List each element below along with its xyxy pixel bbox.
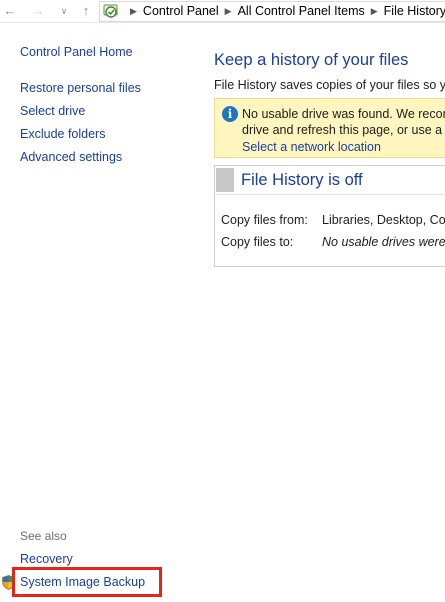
recovery-link[interactable]: Recovery [20, 552, 73, 566]
breadcrumb[interactable]: ▶ Control Panel ▶ All Control Panel Items ▶ F… [99, 1, 445, 22]
divider [215, 194, 445, 195]
select-network-location-link[interactable]: Select a network location [242, 140, 381, 154]
up-arrow-icon[interactable]: ↑ [78, 3, 94, 19]
status-indicator [216, 168, 234, 192]
highlight-box [12, 567, 162, 597]
status-panel: File History is off Copy files from: Lib… [214, 165, 445, 267]
breadcrumb-separator-icon[interactable]: ▶ [365, 6, 384, 16]
breadcrumb-item[interactable]: All Control Panel Items [238, 4, 365, 18]
status-header: File History is off [215, 166, 445, 194]
recent-locations-chevron-icon[interactable]: ∨ [56, 3, 72, 19]
status-title: File History is off [241, 171, 363, 189]
back-arrow-icon[interactable]: ← [2, 3, 18, 19]
control-panel-home-link[interactable]: Control Panel Home [20, 45, 133, 59]
warning-text: No usable drive was found. We recomm [242, 107, 445, 121]
exclude-folders-link[interactable]: Exclude folders [20, 127, 105, 141]
forward-arrow-icon[interactable]: → [30, 3, 46, 19]
copy-to-label: Copy files to: [221, 235, 294, 249]
breadcrumb-item[interactable]: Control Panel [143, 4, 219, 18]
restore-personal-files-link[interactable]: Restore personal files [20, 81, 141, 95]
copy-to-value: No usable drives were fo [322, 235, 445, 249]
breadcrumb-item[interactable]: File History [384, 4, 445, 18]
info-icon: i [222, 106, 238, 122]
see-also-heading: See also [20, 529, 67, 543]
page-description: File History saves copies of your files … [214, 78, 445, 92]
breadcrumb-separator-icon: ▶ [130, 6, 137, 17]
warning-banner: i No usable drive was found. We recomm d… [214, 98, 445, 158]
copy-from-value: Libraries, Desktop, Cont [322, 213, 445, 227]
advanced-settings-link[interactable]: Advanced settings [20, 150, 122, 164]
select-drive-link[interactable]: Select drive [20, 104, 85, 118]
warning-text: drive and refresh this page, or use a ne [242, 123, 445, 137]
copy-from-label: Copy files from: [221, 213, 308, 227]
address-bar: ← → ∨ ↑ ▶ Control Panel ▶ All Control Panel… [0, 0, 445, 23]
control-panel-icon [103, 4, 118, 18]
breadcrumb-separator-icon[interactable]: ▶ [219, 6, 238, 16]
page-title: Keep a history of your files [214, 51, 409, 69]
